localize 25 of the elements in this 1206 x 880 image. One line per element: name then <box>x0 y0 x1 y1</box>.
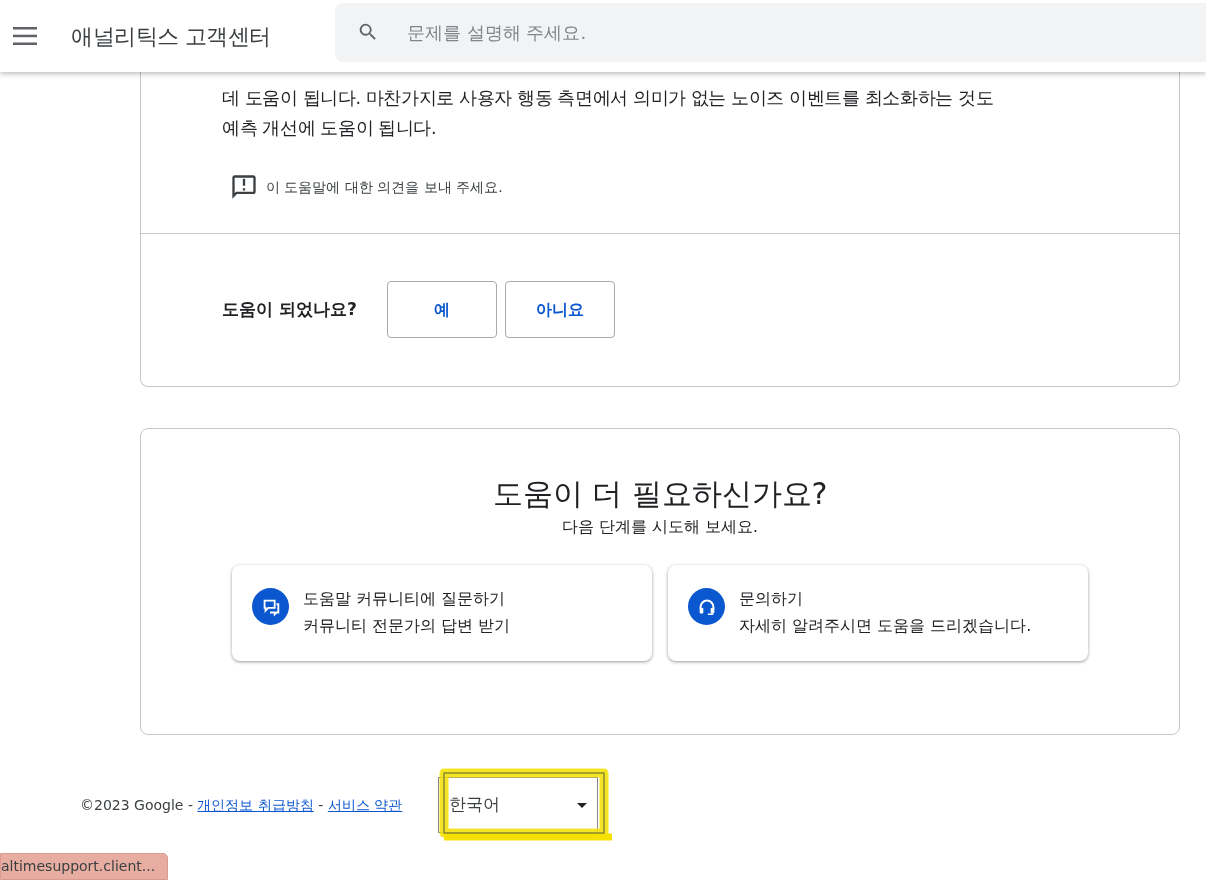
more-help-subtitle: 다음 단계를 시도해 보세요. <box>561 517 759 538</box>
option-title: 도움말 커뮤니티에 질문하기 <box>303 588 507 611</box>
search-icon[interactable] <box>357 21 379 43</box>
help-option-card[interactable]: 문의하기 자세히 알려주시면 도움을 드리겠습니다. <box>668 565 1088 662</box>
more-help-title: 도움이 더 필요하신가요? <box>491 475 829 513</box>
search-field[interactable]: 문제를 설명해 주세요. <box>335 3 1206 62</box>
helpful-question: 도움이 되었나요? <box>222 297 357 321</box>
help-option-card[interactable]: 도움말 커뮤니티에 질문하기 커뮤니티 전문가의 답변 받기 <box>232 565 652 662</box>
headset-icon <box>688 588 725 626</box>
status-url: altimesupport.client... <box>0 853 169 880</box>
option-description: 자세히 알려주시면 도움을 드리겠습니다. <box>739 615 1032 638</box>
answer-button[interactable]: 아니요 <box>504 281 615 338</box>
caret-icon <box>577 802 588 808</box>
answer-button[interactable]: 예 <box>386 281 497 338</box>
feedback-icon[interactable] <box>230 173 258 201</box>
menu-icon[interactable] <box>13 27 37 45</box>
footer-text: ©2023 Google - 개인정보 취급방침 - 서비스 약관 <box>80 795 403 815</box>
footer-link[interactable]: 서비스 약관 <box>327 796 403 813</box>
site-title[interactable]: 애널리틱스 고객센터 <box>71 19 271 53</box>
article-paragraph: 데 도움이 됩니다. 마찬가지로 사용자 행동 측면에서 의미가 없는 노이즈 이벤트를 최소화하는 것도 예측 개선에 도움이 됩니다. <box>222 87 995 140</box>
option-title: 문의하기 <box>739 588 804 611</box>
feedback-link[interactable]: 이 도움말에 대한 의견을 보내 주세요. <box>266 176 503 198</box>
chat-icon <box>252 588 289 626</box>
footer-link[interactable]: 개인정보 취급방침 <box>197 796 314 813</box>
option-description: 커뮤니티 전문가의 답변 받기 <box>303 615 511 638</box>
